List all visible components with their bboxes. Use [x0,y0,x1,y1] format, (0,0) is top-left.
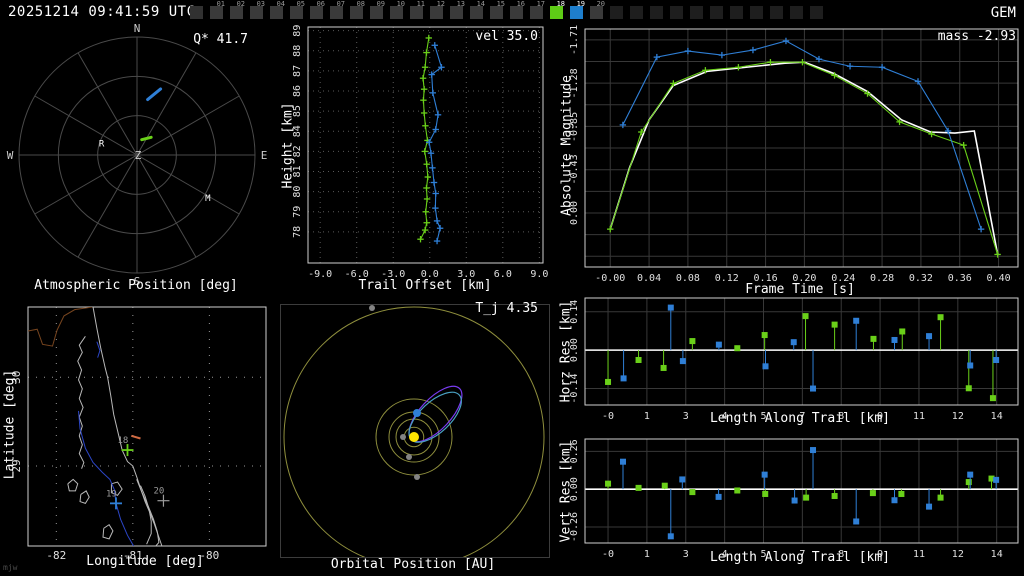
svg-text:E: E [261,149,268,162]
svg-text:18: 18 [117,436,128,446]
frame-thumbnail-12[interactable]: 12 [430,0,445,19]
vert-res-ylabel: Vert Res [km] [558,440,574,543]
longitude-xlabel: Longitude [deg] [86,554,204,569]
frame-thumbnail-blank[interactable] [750,6,763,19]
svg-text:0.36: 0.36 [948,273,972,284]
svg-text:Z: Z [135,149,142,162]
polar-plot-title: Atmospheric Position [deg] [34,278,238,293]
svg-text:19: 19 [106,489,117,499]
q-star-annotation: Q* 41.7 [193,32,248,47]
svg-text:0.04: 0.04 [637,273,661,284]
velocity-annotation: vel 35.0 [475,29,538,44]
frame-thumbnail-blank[interactable] [610,6,623,19]
svg-text:12: 12 [952,411,964,422]
frame-thumbnail-blank[interactable] [730,6,743,19]
svg-text:14: 14 [991,549,1003,560]
svg-text:W: W [7,149,14,162]
absolute-magnitude-ylabel: Absolute Magnitude [559,75,575,216]
horz-res-xlabel: Length Along Trail [km] [709,411,890,426]
app-window: -9.0 -6.0 -3.0 0.0 3.0 6.0 9.0 78 79 80 81 82 84 85 86… [0,0,1024,576]
frame-thumbnail-18[interactable]: 18 [550,0,565,19]
svg-text:-0: -0 [602,549,614,560]
frame-thumbnail-blank[interactable] [790,6,803,19]
frame-thumbnail-11[interactable]: 11 [410,0,425,19]
svg-text:20: 20 [153,487,164,497]
frame-thumbnail-blank[interactable] [810,6,823,19]
orbit-plot-title: Orbital Position [AU] [330,557,496,572]
frame-thumbnail-blank[interactable] [650,6,663,19]
tisserand-annotation: T_j 4.35 [475,301,538,316]
frame-thumbnail-01[interactable]: 01 [210,0,225,19]
svg-text:M: M [205,194,211,204]
frame-thumbnail-14[interactable]: 14 [470,0,485,19]
height-ylabel: Height [km] [280,102,296,189]
watermark: mjw [3,563,18,572]
svg-text:R: R [99,140,105,150]
frame-thumbnail-07[interactable]: 07 [330,0,345,19]
svg-text:-0.00: -0.00 [595,273,625,284]
frame-thumbnail-04[interactable]: 04 [270,0,285,19]
frame-time-xlabel: Frame Time [s] [745,282,855,297]
latitude-ylabel: Latitude [deg] [2,369,18,480]
svg-text:-0: -0 [602,411,614,422]
frame-thumbnail-blank[interactable] [690,6,703,19]
frame-thumbnail-02[interactable]: 02 [230,0,245,19]
svg-text:14: 14 [991,411,1003,422]
shower-code-badge: GEM [990,5,1016,21]
frame-thumbnail-blank[interactable] [770,6,783,19]
frame-thumbnail-20[interactable]: 20 [590,0,605,19]
frame-thumbnail-blank[interactable] [670,6,683,19]
svg-text:0.40: 0.40 [987,273,1011,284]
frame-thumbnail-blank[interactable] [710,6,723,19]
frame-thumbnail-03[interactable]: 03 [250,0,265,19]
frame-thumbnail-16[interactable]: 16 [510,0,525,19]
svg-text:12: 12 [952,549,964,560]
trail-offset-xlabel: Trail Offset [km] [358,278,492,293]
frame-thumbnail-10[interactable]: 10 [390,0,405,19]
frame-thumbnail-13[interactable]: 13 [450,0,465,19]
frame-thumbnail-17[interactable]: 17 [530,0,545,19]
frame-thumbnail-05[interactable]: 05 [290,0,305,19]
frame-thumbnail-06[interactable]: 06 [310,0,325,19]
vert-res-xlabel: Length Along Trail [km] [709,550,890,565]
frame-thumbnail-blank[interactable] [630,6,643,19]
frame-thumbnail-15[interactable]: 15 [490,0,505,19]
svg-text:1: 1 [644,549,650,560]
frame-thumbnail-08[interactable]: 08 [350,0,365,19]
frame-thumbnail-09[interactable]: 09 [370,0,385,19]
svg-text:1: 1 [644,411,650,422]
frame-thumbnail-19[interactable]: 19 [570,0,585,19]
mass-annotation: mass -2.93 [937,29,1016,44]
top-status-bar: 20251214 09:41:59 UTC 01 02 03 04 05 06 07 08 09… [0,0,1024,24]
timestamp: 20251214 09:41:59 UTC [8,4,196,20]
frame-thumbnail-blank[interactable] [190,6,203,19]
